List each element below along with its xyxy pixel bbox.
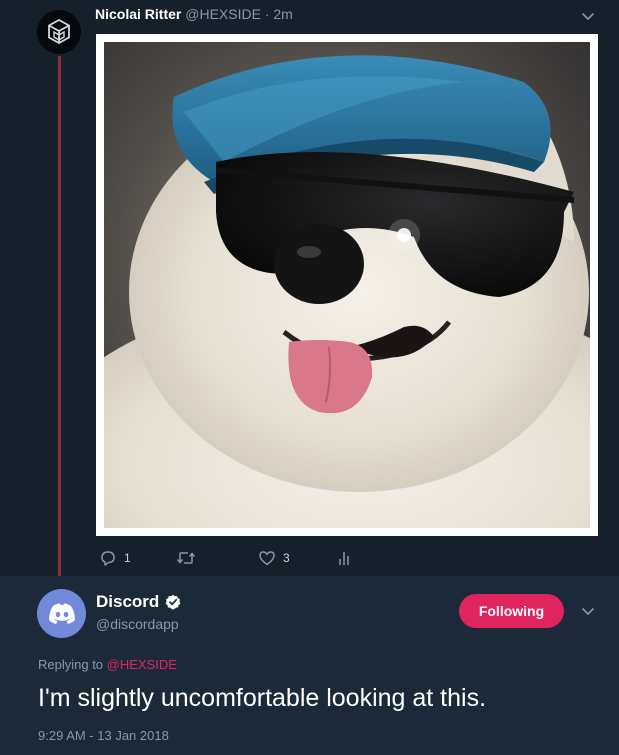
tweet-photo[interactable] [104, 42, 590, 528]
thread-connector-line [58, 56, 61, 580]
avatar[interactable] [37, 589, 86, 638]
tweet-time[interactable]: 2m [273, 6, 292, 22]
author-handle[interactable]: @HEXSIDE [185, 6, 261, 22]
dog-photo-image [104, 42, 590, 528]
tweet-timestamp[interactable]: 9:29 AM - 13 Jan 2018 [38, 728, 169, 743]
retweet-icon [176, 552, 196, 564]
parent-tweet[interactable]: Nicolai Ritter @HEXSIDE · 2m 1 3 [0, 0, 619, 580]
reply-action[interactable]: 1 [99, 548, 131, 568]
chevron-down-icon[interactable] [580, 8, 596, 24]
like-count: 3 [283, 551, 290, 565]
author-name[interactable]: Discord [96, 592, 159, 612]
following-button[interactable]: Following [459, 594, 564, 628]
author-name[interactable]: Nicolai Ritter [95, 6, 181, 22]
hexside-logo-icon [48, 18, 70, 45]
analytics-action[interactable] [337, 548, 353, 568]
author-handle[interactable]: @discordapp [96, 616, 179, 632]
retweet-action[interactable] [176, 548, 196, 568]
reply-count: 1 [124, 551, 131, 565]
chevron-down-icon[interactable] [580, 603, 596, 619]
tweet-text: I'm slightly uncomfortable looking at th… [38, 684, 487, 712]
author-name-row[interactable]: Discord [96, 592, 181, 612]
discord-logo-icon [48, 603, 75, 624]
tweet-actions: 1 3 [96, 548, 396, 568]
separator-dot: · [264, 6, 270, 22]
tweet-header: Nicolai Ritter @HEXSIDE · 2m [95, 6, 293, 22]
avatar[interactable] [37, 10, 81, 54]
reply-icon [101, 551, 115, 566]
replying-to-label: Replying to [38, 657, 104, 672]
replying-to: Replying to @HEXSIDE [38, 657, 177, 672]
mention-link[interactable]: @HEXSIDE [107, 657, 177, 672]
verified-badge-icon [165, 594, 181, 610]
analytics-icon [339, 552, 349, 565]
main-tweet: Discord @discordapp Following Replying t… [0, 576, 619, 755]
like-icon [259, 551, 275, 566]
like-action[interactable]: 3 [258, 548, 290, 568]
